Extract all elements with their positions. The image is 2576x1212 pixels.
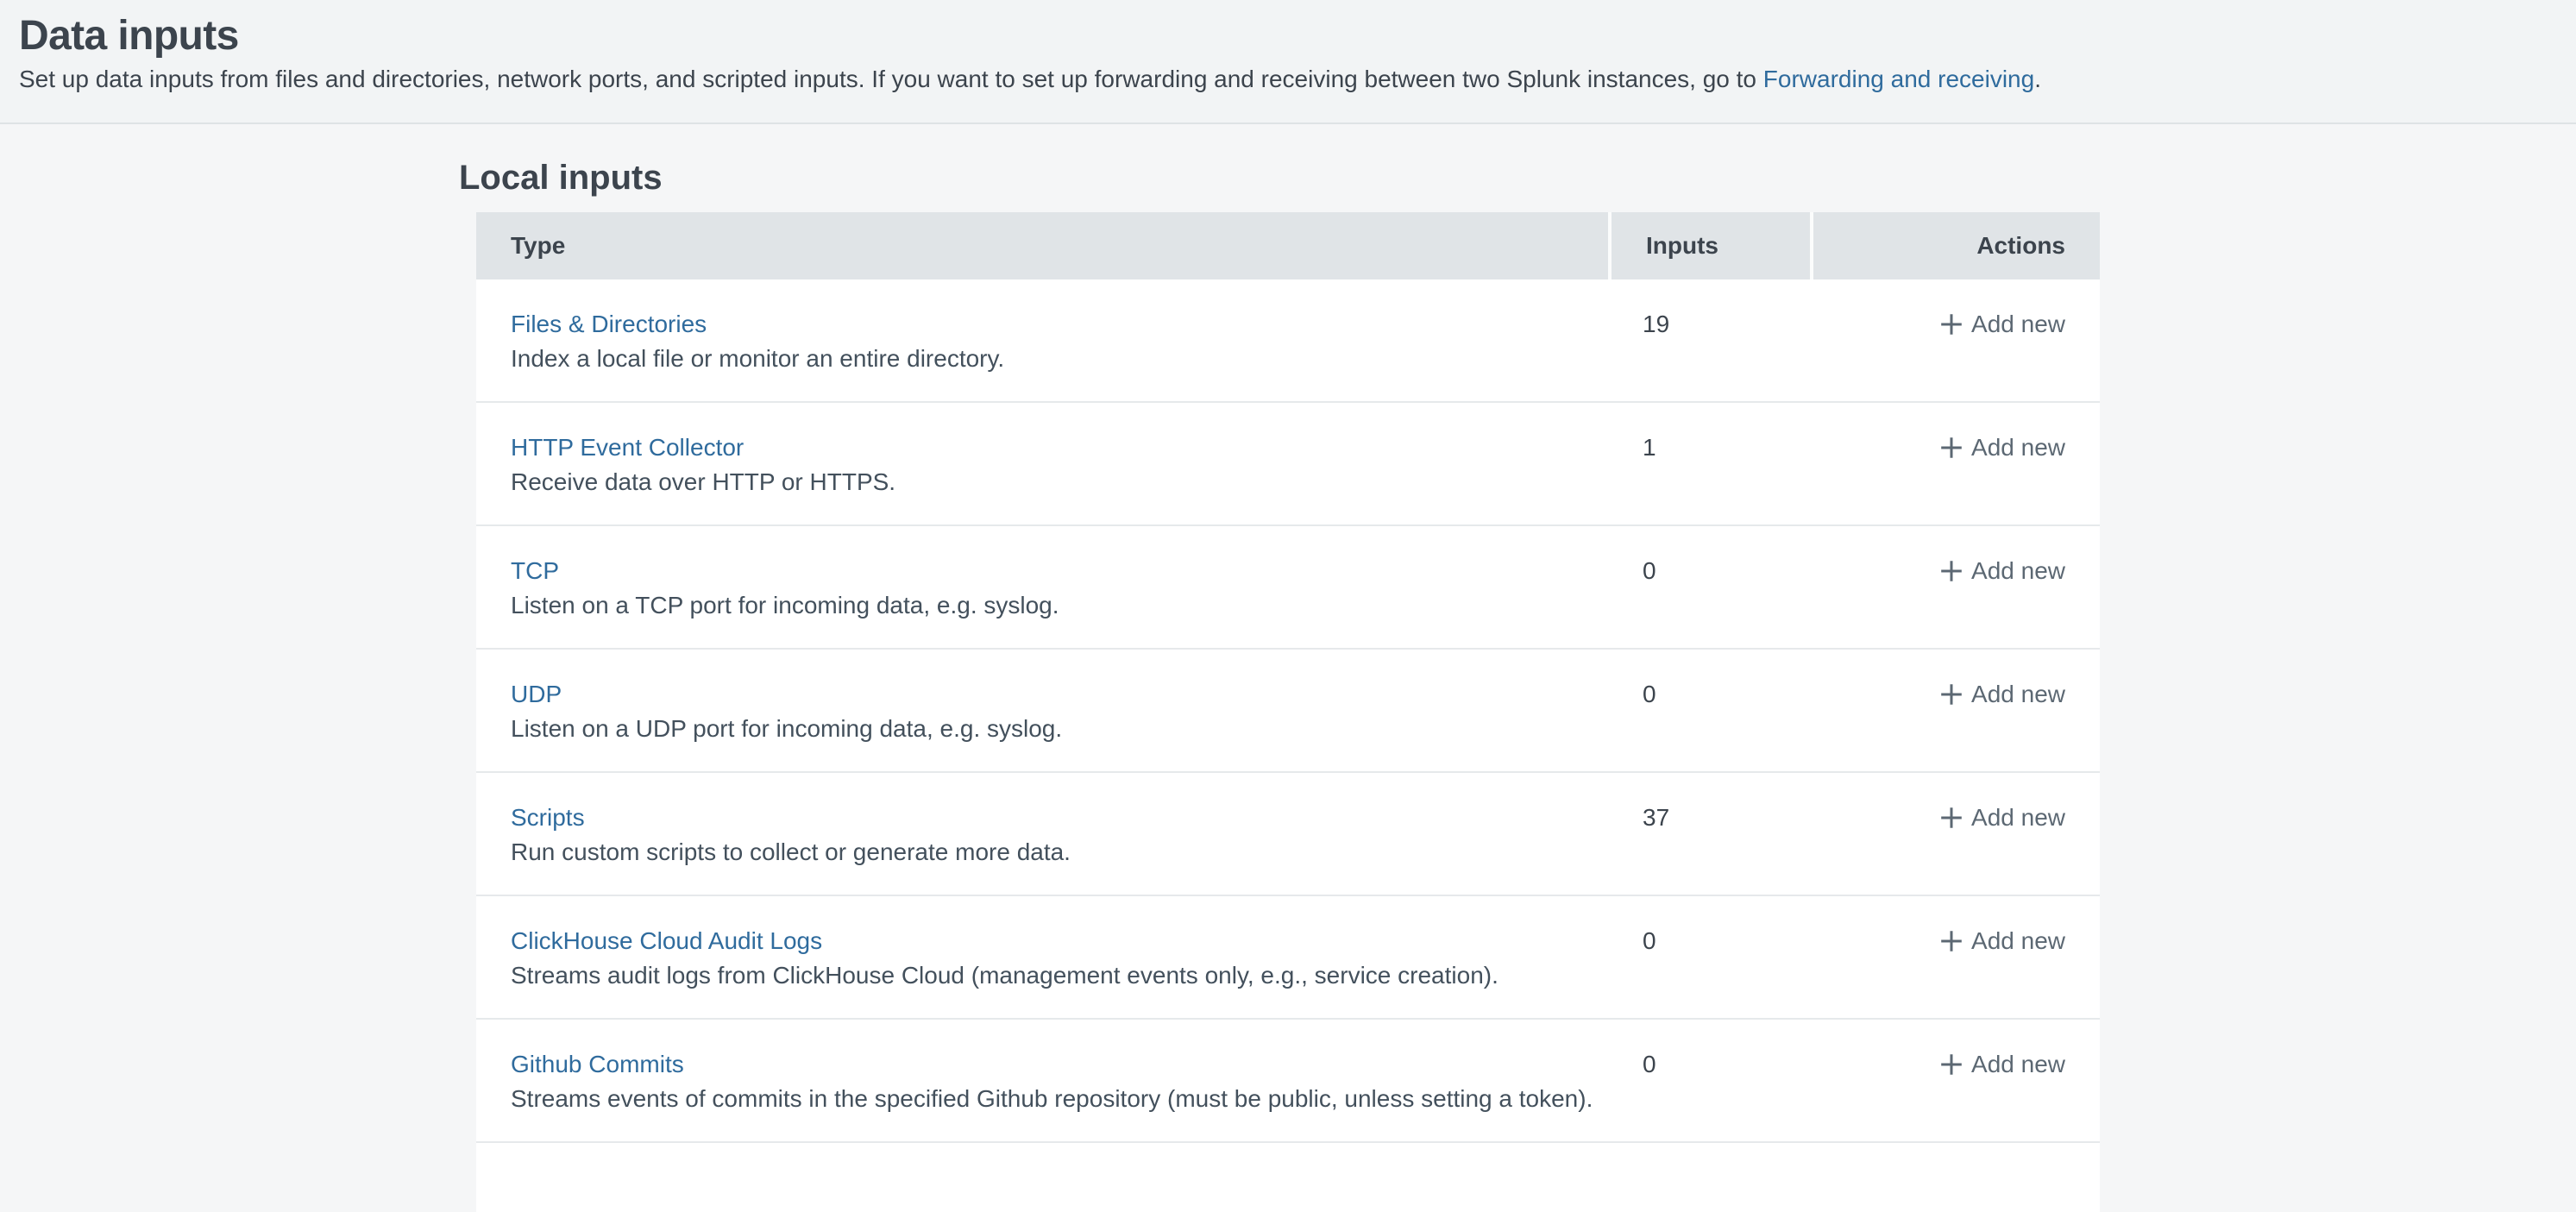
table-row: ClickHouse Cloud Audit Logs Streams audit…	[476, 896, 2100, 1020]
add-new-label: Add new	[1971, 311, 2065, 337]
add-new-link[interactable]: Add new	[1940, 311, 2065, 337]
add-new-link[interactable]: Add new	[1940, 557, 2065, 584]
plus-icon	[1940, 436, 1963, 459]
add-new-label: Add new	[1971, 1051, 2065, 1077]
input-type-description: Streams events of commits in the specifi…	[511, 1082, 1574, 1116]
add-new-link[interactable]: Add new	[1940, 804, 2065, 831]
input-type-description: Receive data over HTTP or HTTPS.	[511, 465, 1574, 499]
add-new-label: Add new	[1971, 434, 2065, 461]
table-row: UDP Listen on a UDP port for incoming dat…	[476, 650, 2100, 773]
page-title: Data inputs	[19, 16, 2541, 57]
add-new-link[interactable]: Add new	[1940, 434, 2065, 461]
input-type-link[interactable]: UDP	[511, 681, 562, 707]
input-type-description: Listen on a UDP port for incoming data, …	[511, 712, 1574, 746]
table-row: TCP Listen on a TCP port for incoming dat…	[476, 526, 2100, 650]
plus-icon	[1940, 683, 1963, 706]
plus-icon	[1940, 930, 1963, 952]
add-new-link[interactable]: Add new	[1940, 927, 2065, 954]
inputs-count: 0	[1608, 896, 1810, 1020]
table-header-row: Type Inputs Actions	[476, 212, 2100, 279]
table-row: Github Commits Streams events of commits …	[476, 1020, 2100, 1143]
table-row: Files & Directories Index a local file or…	[476, 279, 2100, 403]
input-type-link[interactable]: Github Commits	[511, 1051, 684, 1077]
inputs-count: 0	[1608, 526, 1810, 650]
column-header-type[interactable]: Type	[476, 212, 1608, 279]
add-new-label: Add new	[1971, 681, 2065, 707]
inputs-count: 0	[1608, 1020, 1810, 1143]
table-row: HTTP Event Collector Receive data over HT…	[476, 403, 2100, 526]
input-type-link[interactable]: HTTP Event Collector	[511, 434, 744, 461]
subtitle-period: .	[2034, 66, 2041, 92]
inputs-count: 19	[1608, 279, 1810, 403]
plus-icon	[1940, 1053, 1963, 1076]
input-type-link[interactable]: Scripts	[511, 804, 585, 831]
page-subtitle: Set up data inputs from files and direct…	[19, 62, 2541, 97]
section-title: Local inputs	[459, 155, 2576, 200]
input-type-description: Streams audit logs from ClickHouse Cloud…	[511, 958, 1574, 993]
add-new-label: Add new	[1971, 804, 2065, 831]
table-row: Scripts Run custom scripts to collect or …	[476, 773, 2100, 896]
input-type-link[interactable]: ClickHouse Cloud Audit Logs	[511, 927, 822, 954]
column-header-inputs[interactable]: Inputs	[1608, 212, 1810, 279]
local-inputs-table: Type Inputs Actions Files & Directories I…	[476, 212, 2100, 1212]
add-new-label: Add new	[1971, 557, 2065, 584]
add-new-link[interactable]: Add new	[1940, 1051, 2065, 1077]
input-type-description: Run custom scripts to collect or generat…	[511, 835, 1574, 870]
page-header: Data inputs Set up data inputs from file…	[0, 0, 2576, 124]
add-new-label: Add new	[1971, 927, 2065, 954]
add-new-link[interactable]: Add new	[1940, 681, 2065, 707]
plus-icon	[1940, 560, 1963, 582]
table-row-partial	[476, 1143, 2100, 1212]
column-header-actions[interactable]: Actions	[1810, 212, 2100, 279]
forwarding-receiving-link[interactable]: Forwarding and receiving	[1763, 66, 2034, 92]
plus-icon	[1940, 807, 1963, 829]
input-type-link[interactable]: TCP	[511, 557, 559, 584]
plus-icon	[1940, 313, 1963, 336]
input-type-description: Listen on a TCP port for incoming data, …	[511, 588, 1574, 623]
main-content: Local inputs Type Inputs Actions Files &…	[0, 155, 2576, 1212]
subtitle-text: Set up data inputs from files and direct…	[19, 66, 1763, 92]
inputs-count: 1	[1608, 403, 1810, 526]
input-type-link[interactable]: Files & Directories	[511, 311, 707, 337]
inputs-count: 0	[1608, 650, 1810, 773]
inputs-count: 37	[1608, 773, 1810, 896]
input-type-description: Index a local file or monitor an entire …	[511, 342, 1574, 376]
